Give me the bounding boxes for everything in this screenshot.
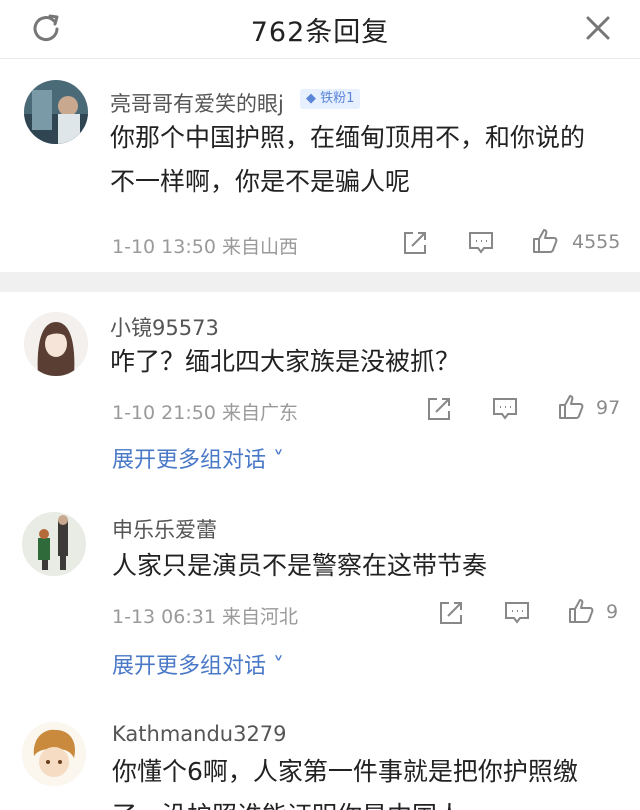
reply-icon[interactable]	[492, 396, 518, 422]
comment-item: Kathmandu3279 你懂个6啊，人家第一件事就是把你护照缴 了，没护照谁…	[0, 708, 640, 810]
username[interactable]: 亮哥哥有爱笑的眼j	[110, 88, 284, 118]
username[interactable]: Kathmandu3279	[112, 722, 287, 746]
like-icon[interactable]	[568, 598, 594, 624]
comment-time: 1-10 13:50	[112, 236, 216, 258]
close-icon[interactable]	[582, 12, 614, 44]
chevron-down-icon: ˅	[266, 654, 285, 679]
expand-label: 展开更多组对话	[112, 654, 267, 679]
comment-meta: 1-10 21:50 来自广东	[112, 398, 298, 425]
reply-icon[interactable]	[504, 600, 530, 626]
comment-line: 你懂个6啊，人家第一件事就是把你护照缴	[112, 757, 578, 786]
comment-location: 来自山西	[221, 236, 298, 258]
header-bar: 762条回复	[0, 0, 640, 59]
like-count: 97	[596, 397, 621, 419]
page-title: 762条回复	[250, 17, 390, 48]
comment-time: 1-10 21:50	[112, 402, 216, 424]
like-icon[interactable]	[558, 394, 584, 420]
comment-text: 你懂个6啊，人家第一件事就是把你护照缴 了，没护照谁能证明你是中国人	[112, 750, 622, 810]
comment-item: 小镜95573 咋了？缅北四大家族是没被抓？ 1-10 21:50 来自广东 9…	[0, 292, 640, 492]
avatar[interactable]	[22, 512, 86, 576]
avatar[interactable]	[24, 80, 88, 144]
comment-line: 你那个中国护照，在缅甸顶用不，和你说的	[110, 123, 586, 152]
share-icon[interactable]	[426, 396, 452, 422]
comment-item: 申乐乐爱蕾 人家只是演员不是警察在这带节奏 1-13 06:31 来自河北 9 …	[0, 498, 640, 698]
reply-icon[interactable]	[468, 230, 494, 256]
avatar[interactable]	[22, 722, 86, 786]
comment-location: 来自广东	[221, 402, 298, 424]
comment-time: 1-13 06:31	[112, 606, 216, 628]
comment-line: 人家只是演员不是警察在这带节奏	[112, 551, 488, 580]
username[interactable]: 申乐乐爱蕾	[112, 514, 217, 544]
badge-label: 铁粉1	[320, 91, 355, 106]
share-icon[interactable]	[438, 600, 464, 626]
comment-line: 了，没护照谁能证明你是中国人	[112, 794, 622, 810]
share-icon[interactable]	[402, 230, 428, 256]
expand-replies-link[interactable]: 展开更多组对话 ˅	[112, 442, 284, 474]
username[interactable]: 小镜95573	[110, 312, 219, 342]
like-count: 9	[606, 601, 619, 623]
divider	[0, 272, 640, 292]
comment-line: 咋了？缅北四大家族是没被抓？	[110, 347, 461, 376]
comment-text: 咋了？缅北四大家族是没被抓？	[110, 340, 620, 384]
comment-meta: 1-13 06:31 来自河北	[112, 602, 298, 629]
fan-badge: ◆ 铁粉1	[300, 89, 361, 109]
avatar[interactable]	[24, 312, 88, 376]
comment-line: 不一样啊，你是不是骗人呢	[110, 167, 411, 196]
comment-location: 来自河北	[221, 606, 298, 628]
chevron-down-icon: ˅	[266, 448, 285, 473]
expand-replies-link[interactable]: 展开更多组对话 ˅	[112, 648, 284, 680]
like-icon[interactable]	[532, 228, 558, 254]
comment-text: 你那个中国护照，在缅甸顶用不，和你说的 不一样啊，你是不是骗人呢	[110, 116, 620, 204]
comment-meta: 1-10 13:50 来自山西	[112, 232, 298, 259]
expand-label: 展开更多组对话	[112, 448, 267, 473]
like-count: 4555	[572, 231, 621, 253]
comment-item: 亮哥哥有爱笑的眼j ◆ 铁粉1 你那个中国护照，在缅甸顶用不，和你说的 不一样啊…	[0, 58, 640, 270]
diamond-icon: ◆	[306, 91, 321, 106]
comment-text: 人家只是演员不是警察在这带节奏	[112, 544, 622, 588]
